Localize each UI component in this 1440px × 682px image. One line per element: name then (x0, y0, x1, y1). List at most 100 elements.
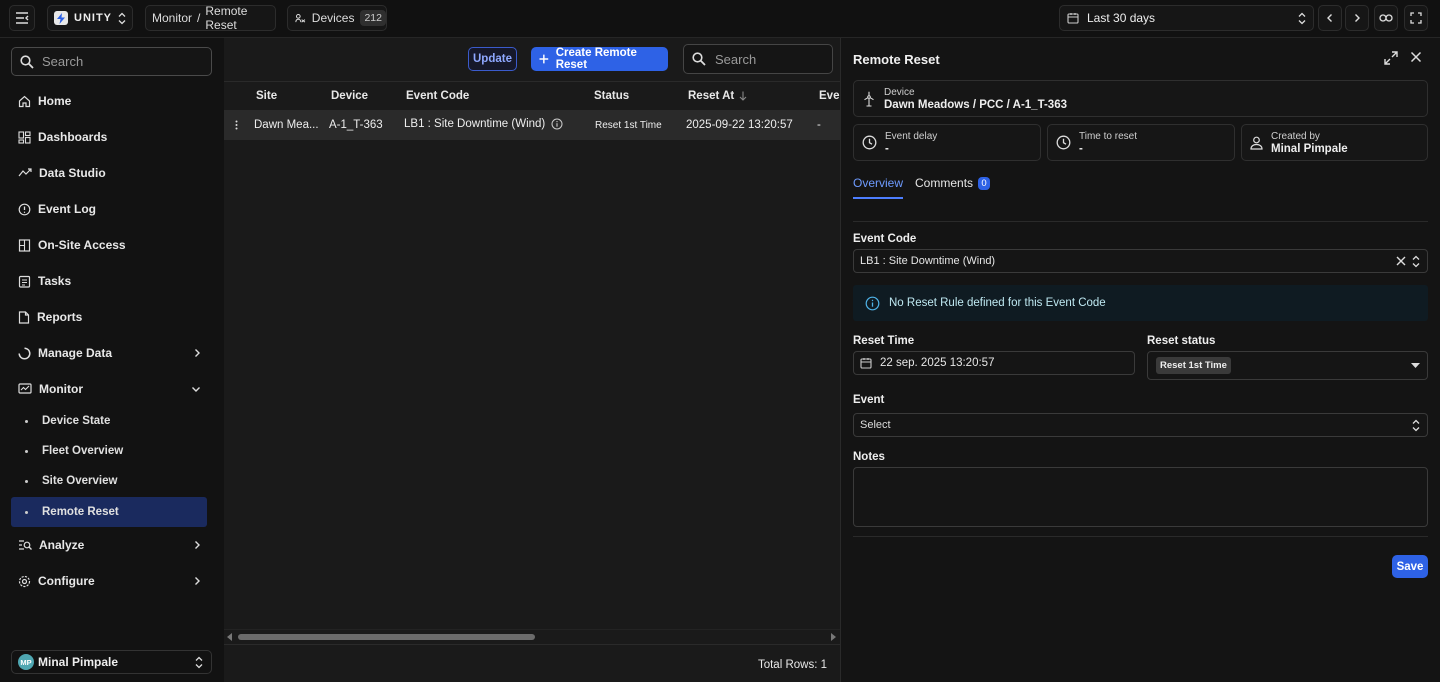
workspace-switcher[interactable]: UNITY (47, 5, 133, 31)
unity-logo-icon (54, 11, 68, 25)
scrollbar-thumb[interactable] (238, 634, 535, 640)
column-header-event[interactable]: Ever (819, 90, 840, 102)
manage-data-icon (18, 346, 31, 360)
nav-item-label: Data Studio (39, 166, 106, 180)
chevron-right-icon (195, 577, 200, 585)
reset-time-label: Reset Time (853, 335, 915, 347)
reset-status-select[interactable]: Reset 1st Time (1147, 351, 1428, 380)
close-icon[interactable] (1410, 51, 1422, 63)
no-reset-rule-alert: No Reset Rule defined for this Event Cod… (853, 285, 1428, 321)
fullscreen-button[interactable] (1404, 5, 1428, 31)
table-search-input[interactable] (715, 51, 825, 67)
calendar-icon (1067, 13, 1079, 24)
nav-item-dashboards[interactable]: Dashboards (11, 122, 207, 152)
nav-item-onsite-access[interactable]: On-Site Access (11, 230, 207, 260)
data-studio-icon (18, 168, 32, 177)
info-icon[interactable] (551, 118, 563, 130)
bullet-icon (25, 449, 28, 453)
copy-link-button[interactable] (1374, 5, 1398, 31)
breadcrumb-monitor[interactable]: Monitor (152, 11, 192, 25)
scroll-left-icon[interactable] (227, 633, 233, 641)
divider (853, 536, 1428, 537)
plus-icon (539, 54, 549, 64)
nav-item-label: On-Site Access (38, 238, 126, 252)
sub-item-site-overview[interactable]: Site Overview (11, 466, 207, 496)
event-select[interactable]: Select (853, 413, 1428, 437)
sidebar-search-input[interactable] (42, 54, 202, 69)
user-menu[interactable]: MP Minal Pimpale (11, 650, 212, 674)
divider (853, 221, 1428, 222)
nav-item-data-studio[interactable]: Data Studio (11, 158, 207, 188)
home-icon (18, 95, 31, 107)
clear-icon[interactable] (1396, 256, 1406, 266)
chevron-updown-icon (1412, 419, 1420, 431)
event-delay-value: - (885, 142, 889, 155)
device-label: Device (884, 86, 915, 98)
tab-overview[interactable]: Overview (853, 176, 904, 199)
nav-item-label: Manage Data (38, 346, 113, 360)
remote-reset-detail-panel: Remote Reset Device Dawn Meadows / PCC /… (840, 38, 1440, 682)
update-button[interactable]: Update (468, 47, 517, 71)
sidebar: Home Dashboards Data Studio Event Log On… (0, 38, 224, 682)
nav-item-analyze[interactable]: Analyze (11, 530, 207, 560)
panel-title: Remote Reset (853, 52, 940, 67)
nav-item-configure[interactable]: Configure (11, 566, 207, 596)
nav-item-event-log[interactable]: Event Log (11, 194, 207, 224)
wind-turbine-icon (864, 91, 874, 107)
analyze-icon (19, 540, 32, 550)
link-icon (1379, 14, 1393, 22)
horizontal-scrollbar[interactable] (224, 629, 840, 643)
devices-icon (295, 14, 306, 23)
nav-item-monitor[interactable]: Monitor (11, 374, 207, 404)
column-header-event-code[interactable]: Event Code (406, 90, 469, 102)
row-actions-icon[interactable] (235, 120, 238, 130)
column-header-reset-at[interactable]: Reset At (688, 90, 747, 102)
user-icon (1250, 136, 1263, 150)
sub-item-device-state[interactable]: Device State (11, 406, 207, 436)
event-label: Event (853, 394, 885, 406)
sidebar-search (11, 47, 212, 76)
save-button[interactable]: Save (1392, 555, 1428, 578)
event-code-selected-value: LB1 : Site Downtime (Wind) (860, 255, 996, 267)
reset-time-field[interactable]: 22 sep. 2025 13:20:57 (853, 351, 1135, 375)
monitor-icon (18, 383, 32, 394)
sidebar-toggle-button[interactable] (9, 5, 35, 31)
scroll-right-icon[interactable] (830, 633, 836, 641)
sub-item-remote-reset[interactable]: Remote Reset (11, 497, 207, 527)
sort-descending-icon (739, 91, 747, 101)
device-value: Dawn Meadows / PCC / A-1_T-363 (884, 98, 1067, 111)
nav-item-manage-data[interactable]: Manage Data (11, 338, 207, 368)
event-code-select[interactable]: LB1 : Site Downtime (Wind) (853, 249, 1428, 273)
column-header-device[interactable]: Device (331, 90, 368, 102)
nav-item-tasks[interactable]: Tasks (11, 266, 207, 296)
chevron-updown-icon (1298, 12, 1306, 25)
user-name: Minal Pimpale (38, 655, 119, 669)
sub-item-fleet-overview[interactable]: Fleet Overview (11, 436, 207, 466)
table-row[interactable]: Dawn Mea... A-1_T-363 LB1 : Site Downtim… (224, 110, 840, 140)
created-by-card: Created by Minal Pimpale (1241, 124, 1428, 161)
nav-item-home[interactable]: Home (11, 86, 207, 116)
comments-count-badge: 0 (978, 177, 990, 190)
breadcrumb: Monitor / Remote Reset (145, 4, 276, 32)
column-header-status[interactable]: Status (594, 90, 629, 102)
notes-textarea[interactable] (853, 467, 1428, 527)
tab-comments[interactable]: Comments 0 (915, 176, 990, 199)
cell-site: Dawn Mea... (254, 119, 319, 131)
nav-item-label: Analyze (39, 538, 85, 552)
top-bar: UNITY Monitor / Remote Reset Devices 212… (0, 0, 1440, 38)
next-period-button[interactable] (1345, 5, 1369, 31)
chevron-right-icon (195, 349, 200, 357)
create-remote-reset-button[interactable]: Create Remote Reset (531, 47, 668, 71)
created-by-value: Minal Pimpale (1271, 142, 1348, 155)
nav-item-reports[interactable]: Reports (11, 302, 207, 332)
column-header-site[interactable]: Site (256, 90, 277, 102)
chevron-right-icon (195, 541, 200, 549)
date-range-picker[interactable]: Last 30 days (1059, 5, 1314, 31)
devices-button[interactable]: Devices 212 (287, 5, 387, 31)
cell-reset-at: 2025-09-22 13:20:57 (686, 119, 793, 131)
expand-icon[interactable] (1384, 51, 1398, 65)
devices-label: Devices (311, 11, 355, 25)
avatar: MP (18, 654, 34, 670)
remote-reset-table-panel: Update Create Remote Reset Site Device E… (224, 38, 840, 682)
previous-period-button[interactable] (1318, 5, 1342, 31)
